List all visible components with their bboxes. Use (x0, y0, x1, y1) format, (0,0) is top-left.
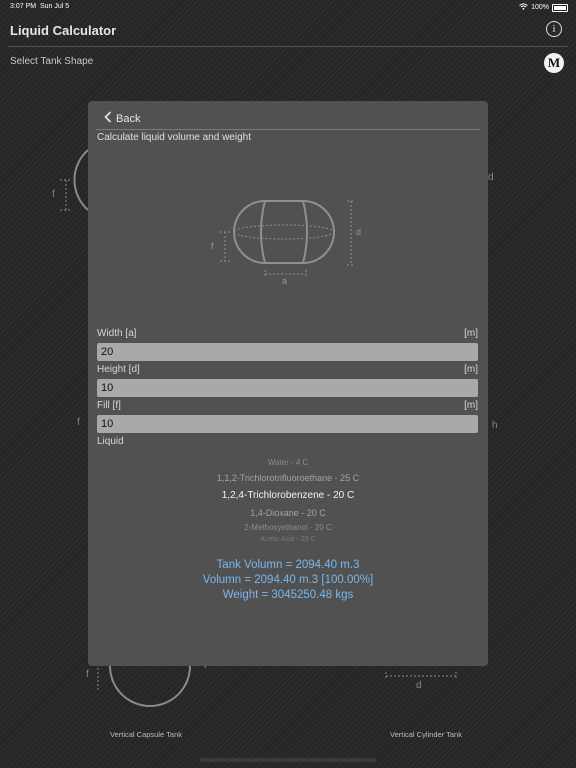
back-label: Back (116, 112, 141, 125)
liquid-picker[interactable]: Water - 4 C 1,1,2-Trichlorotrifluoroetha… (88, 453, 488, 543)
bg-d-label-1: d (488, 172, 494, 183)
height-label: Height [d] (97, 364, 140, 375)
results-block: Tank Volumn = 2094.40 m.3 Volumn = 2094.… (88, 558, 488, 603)
calc-title: Calculate liquid volume and weight (97, 132, 251, 143)
vertical-cylinder-bg-marker (385, 672, 457, 680)
fill-unit: [m] (464, 400, 478, 411)
fill-label: Fill [f] (97, 400, 121, 411)
vertical-capsule-tank-label[interactable]: Vertical Capsule Tank (110, 730, 182, 739)
diagram-label-d: d (356, 227, 362, 237)
fill-field[interactable] (97, 415, 478, 433)
liquid-option[interactable]: Acetic Acid - 20 C (88, 536, 488, 543)
calculator-modal: Back Calculate liquid volume and weight … (88, 101, 488, 666)
bg-f-label-3: f (86, 669, 89, 680)
bg-d-label-2: d (416, 680, 422, 691)
liquid-option[interactable]: Water - 4 C (88, 458, 488, 467)
weight-result: Weight = 3045250.48 kgs (222, 589, 354, 601)
back-button[interactable]: Back (104, 111, 140, 126)
tank-outline (233, 200, 335, 264)
horizontal-capsule-bg-shape (73, 149, 89, 211)
fill-marker-bg-1 (60, 179, 72, 211)
volume-result: Volumn = 2094.40 m.3 [100.00%] (202, 574, 374, 586)
bg-f-label-2: f (77, 417, 80, 428)
height-field[interactable] (97, 379, 478, 397)
vertical-cylinder-tank-label[interactable]: Vertical Cylinder Tank (390, 730, 462, 739)
home-indicator[interactable] (200, 758, 376, 762)
liquid-option-selected[interactable]: 1,2,4-Trichlorobenzene - 20 C (88, 490, 488, 501)
chevron-left-icon (104, 111, 112, 126)
tank-volume-result: Tank Volumn = 2094.40 m.3 (216, 559, 360, 571)
bg-f-label-1: f (52, 189, 55, 200)
liquid-option[interactable]: 1,4-Dioxane - 20 C (88, 508, 488, 518)
width-field[interactable] (97, 343, 478, 361)
vertical-capsule-bg-shape (97, 661, 207, 707)
modal-divider (96, 129, 480, 130)
diagram-label-f: f (211, 241, 214, 251)
bg-h-label: h (492, 420, 498, 431)
fill-level-ellipse (233, 224, 335, 240)
diagram-label-a: a (282, 276, 288, 286)
horizontal-capsule-diagram (220, 200, 355, 278)
liquid-option[interactable]: 1,1,2-Trichlorotrifluoroethane - 25 C (88, 473, 488, 483)
liquid-option[interactable]: 2-Methoxyethanol - 20 C (88, 523, 488, 532)
liquid-label: Liquid (97, 436, 124, 447)
width-label: Width [a] (97, 328, 137, 339)
height-unit: [m] (464, 364, 478, 375)
width-unit: [m] (464, 328, 478, 339)
